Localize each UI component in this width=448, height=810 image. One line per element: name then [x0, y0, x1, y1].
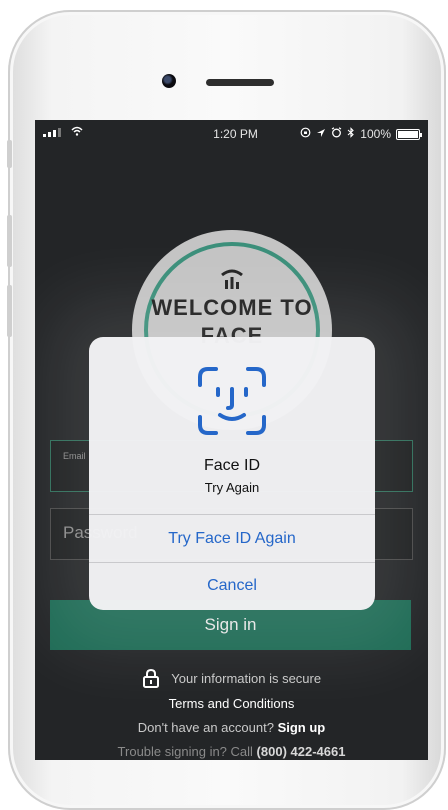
- support-phone-link[interactable]: (800) 422-4661: [257, 744, 346, 759]
- front-camera: [162, 74, 176, 88]
- face-id-dialog: Face ID Try Again Try Face ID Again Canc…: [89, 337, 375, 610]
- face-id-title: Face ID: [203, 457, 260, 474]
- rotation-lock-icon: [300, 127, 311, 141]
- cancel-button[interactable]: Cancel: [89, 563, 375, 609]
- email-placeholder: Email: [63, 451, 86, 461]
- sign-up-link[interactable]: Sign up: [278, 720, 326, 735]
- earpiece-speaker: [206, 79, 274, 86]
- face-id-subtitle: Try Again: [204, 480, 260, 495]
- dialog-divider: [89, 514, 375, 515]
- trouble-text: Trouble signing in? Call: [117, 744, 253, 759]
- try-face-id-again-button[interactable]: Try Face ID Again: [89, 516, 375, 562]
- app-screen: 1:20 PM 100% WELCOME TO FACE Email Sign …: [35, 120, 428, 760]
- secure-text: Your information is secure: [171, 670, 322, 686]
- battery-percent: 100%: [360, 127, 391, 141]
- volume-up-button: [7, 215, 12, 267]
- status-bar: 1:20 PM 100%: [35, 120, 428, 148]
- location-icon: [316, 127, 326, 141]
- secure-notice: Your information is secure: [35, 668, 428, 691]
- lock-icon: [142, 668, 160, 691]
- no-account-text: Don't have an account?: [137, 720, 274, 735]
- battery-icon: [396, 128, 422, 140]
- mute-switch: [7, 140, 12, 168]
- terms-link[interactable]: Terms and Conditions: [35, 696, 428, 711]
- face-id-icon: [198, 367, 266, 435]
- signup-row: Don't have an account? Sign up: [35, 720, 428, 735]
- trouble-row: Trouble signing in? Call (800) 422-4661: [35, 744, 428, 759]
- bluetooth-icon: [347, 127, 355, 141]
- alarm-icon: [331, 127, 342, 141]
- volume-down-button: [7, 285, 12, 337]
- brand-logo-icon: [221, 269, 243, 289]
